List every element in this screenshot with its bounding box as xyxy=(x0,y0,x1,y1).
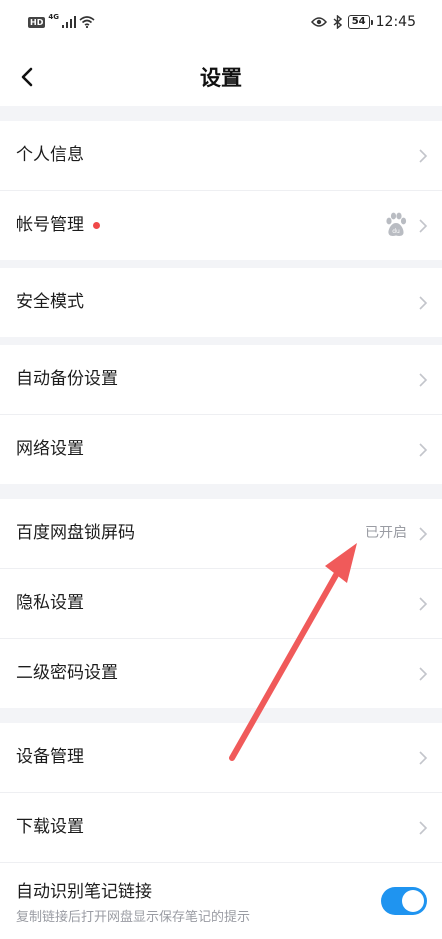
settings-group-account: 个人信息 帐号管理 du xyxy=(0,121,442,260)
back-arrow-icon xyxy=(21,67,33,87)
row-label: 自动识别笔记链接 xyxy=(16,882,152,902)
settings-row-device-management[interactable]: 设备管理 xyxy=(0,723,442,793)
back-button[interactable] xyxy=(12,62,42,92)
settings-row-network[interactable]: 网络设置 xyxy=(0,415,442,484)
toggle-knob xyxy=(402,890,424,912)
row-label: 个人信息 xyxy=(16,145,84,165)
signal-icon xyxy=(61,16,76,28)
status-bar: HD 4G 54 12:45 xyxy=(0,0,442,50)
chevron-right-icon xyxy=(419,296,428,310)
settings-row-note-link-detection: 自动识别笔记链接 复制链接后打开网盘显示保存笔记的提示 xyxy=(0,863,442,939)
chevron-right-icon xyxy=(419,821,428,835)
row-label: 安全模式 xyxy=(16,292,84,312)
row-label: 隐私设置 xyxy=(16,593,84,613)
settings-row-personal-info[interactable]: 个人信息 xyxy=(0,121,442,191)
bluetooth-icon xyxy=(333,15,342,29)
settings-row-secondary-password[interactable]: 二级密码设置 xyxy=(0,639,442,708)
signal-area: HD 4G xyxy=(28,13,95,28)
chevron-right-icon xyxy=(419,597,428,611)
row-label: 下载设置 xyxy=(16,817,84,837)
row-label: 二级密码设置 xyxy=(16,663,118,683)
notification-dot xyxy=(93,222,100,229)
chevron-right-icon xyxy=(419,667,428,681)
row-label: 帐号管理 xyxy=(16,215,84,235)
row-label: 自动备份设置 xyxy=(16,369,118,389)
row-description: 复制链接后打开网盘显示保存笔记的提示 xyxy=(16,910,251,925)
baidu-paw-icon: du xyxy=(386,212,407,236)
chevron-right-icon xyxy=(419,149,428,163)
chevron-right-icon xyxy=(419,527,428,541)
network-type: 4G xyxy=(48,13,59,21)
clock: 12:45 xyxy=(375,14,416,30)
battery-indicator: 54 xyxy=(347,15,373,29)
row-label: 设备管理 xyxy=(16,747,84,767)
status-icons: 54 12:45 xyxy=(310,14,416,30)
chevron-right-icon xyxy=(419,219,428,233)
svg-text:du: du xyxy=(392,228,400,235)
eye-icon xyxy=(310,17,327,27)
page-title: 设置 xyxy=(200,66,242,90)
settings-row-privacy[interactable]: 隐私设置 xyxy=(0,569,442,639)
hd-badge: HD xyxy=(28,16,46,28)
settings-group-backup-network: 自动备份设置 网络设置 xyxy=(0,345,442,484)
settings-row-account-management[interactable]: 帐号管理 du xyxy=(0,191,442,260)
settings-row-safe-mode[interactable]: 安全模式 xyxy=(0,268,442,337)
row-label: 网络设置 xyxy=(16,439,84,459)
settings-row-lock-screen-code[interactable]: 百度网盘锁屏码 已开启 xyxy=(0,499,442,569)
settings-row-auto-backup[interactable]: 自动备份设置 xyxy=(0,345,442,415)
settings-group-privacy: 百度网盘锁屏码 已开启 隐私设置 二级密码设置 xyxy=(0,499,442,708)
row-label: 百度网盘锁屏码 xyxy=(16,523,135,543)
chevron-right-icon xyxy=(419,751,428,765)
settings-group-devices: 设备管理 下载设置 自动识别笔记链接 复制链接后打开网盘显示保存笔记的提示 xyxy=(0,723,442,939)
lock-code-status: 已开启 xyxy=(365,525,407,541)
note-link-toggle[interactable] xyxy=(381,887,427,915)
chevron-right-icon xyxy=(419,373,428,387)
nav-bar: 设置 xyxy=(0,50,442,106)
wifi-icon xyxy=(79,16,95,28)
settings-row-download[interactable]: 下载设置 xyxy=(0,793,442,863)
chevron-right-icon xyxy=(419,443,428,457)
settings-group-security: 安全模式 xyxy=(0,268,442,337)
